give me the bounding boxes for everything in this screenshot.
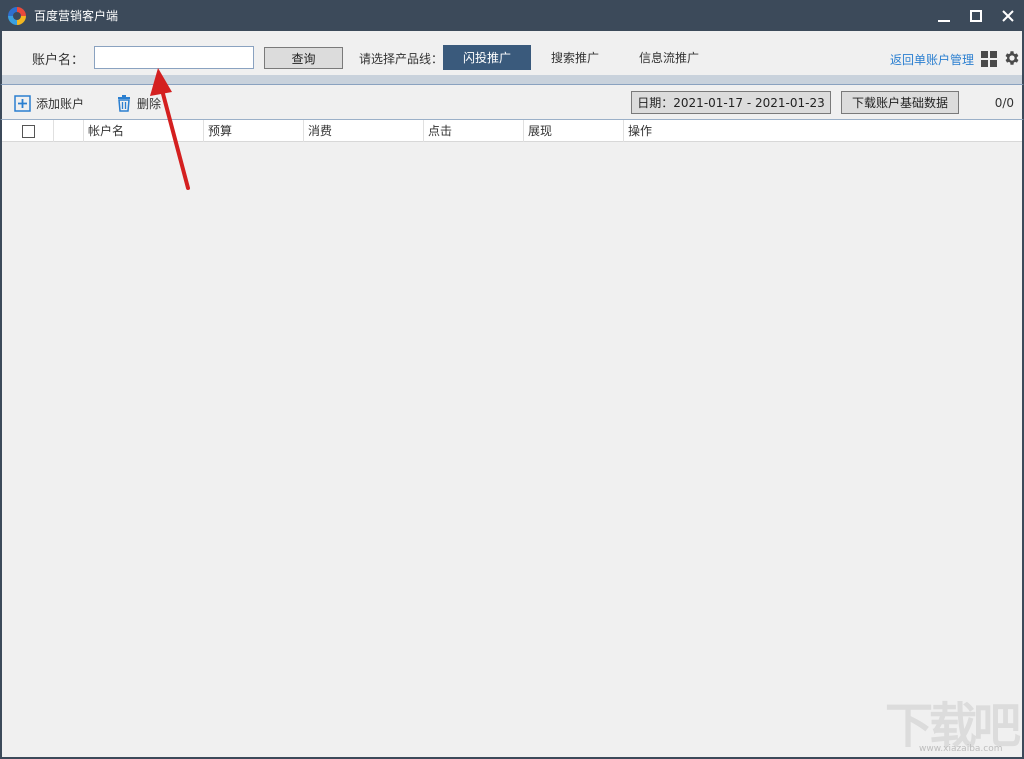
toolbar: 账户名： 查询 请选择产品线： 闪投推广 搜索推广 信息流推广 返回单账户管理 [0, 31, 1024, 75]
grid-view-icon[interactable] [981, 51, 997, 67]
column-header-actions[interactable]: 操作 [624, 120, 1022, 142]
delete-button[interactable]: 删除 [116, 94, 161, 112]
header-spacer-cell [54, 120, 84, 142]
return-single-account-link[interactable]: 返回单账户管理 [890, 51, 974, 68]
download-account-data-button[interactable]: 下载账户基础数据 [841, 91, 959, 114]
select-all-checkbox[interactable] [22, 125, 35, 138]
column-header-account-name[interactable]: 帐户名 [84, 120, 204, 142]
title-bar: 百度营销客户端 [0, 0, 1024, 31]
delete-label: 删除 [137, 96, 162, 111]
toolbar-separator [0, 75, 1024, 85]
minimize-button[interactable] [928, 0, 960, 31]
column-header-impressions[interactable]: 展现 [524, 120, 624, 142]
maximize-icon [970, 9, 982, 22]
query-button[interactable]: 查询 [264, 47, 343, 69]
maximize-button[interactable] [960, 0, 992, 31]
gear-icon[interactable] [1003, 49, 1021, 67]
table-header: 帐户名 预算 消费 点击 展现 操作 [2, 120, 1022, 142]
tab-feed-promotion[interactable]: 信息流推广 [619, 45, 719, 70]
close-button[interactable] [992, 0, 1024, 31]
column-header-budget[interactable]: 预算 [204, 120, 304, 142]
add-account-label: 添加账户 [36, 96, 85, 111]
window-controls [928, 0, 1024, 31]
site-watermark: 下载吧 www.xiazaiba.com [885, 700, 1021, 755]
close-icon [1002, 9, 1014, 22]
window-title: 百度营销客户端 [34, 9, 119, 23]
app-logo-icon [8, 6, 26, 25]
watermark-url: www.xiazaiba.com [919, 744, 1003, 754]
add-account-button[interactable]: 添加账户 [14, 94, 84, 112]
tab-flash-promotion[interactable]: 闪投推广 [443, 45, 531, 70]
minimize-icon [938, 19, 950, 22]
action-bar: 添加账户 删除 日期：2021-01-17 - 2021-01-23 下载账户基… [0, 85, 1024, 119]
page-count: 0/0 [994, 96, 1014, 110]
header-select-cell [2, 120, 54, 142]
tab-search-promotion[interactable]: 搜索推广 [531, 45, 619, 70]
accounts-table: 帐户名 预算 消费 点击 展现 操作 [0, 119, 1024, 759]
account-name-input[interactable] [94, 46, 254, 69]
account-name-label: 账户名： [32, 53, 85, 68]
column-header-clicks[interactable]: 点击 [424, 120, 524, 142]
product-line-label: 请选择产品线： [359, 52, 444, 66]
trash-icon [118, 94, 130, 112]
add-icon [14, 94, 31, 112]
date-range-button[interactable]: 日期：2021-01-17 - 2021-01-23 [631, 91, 831, 114]
column-header-spend[interactable]: 消费 [304, 120, 424, 142]
